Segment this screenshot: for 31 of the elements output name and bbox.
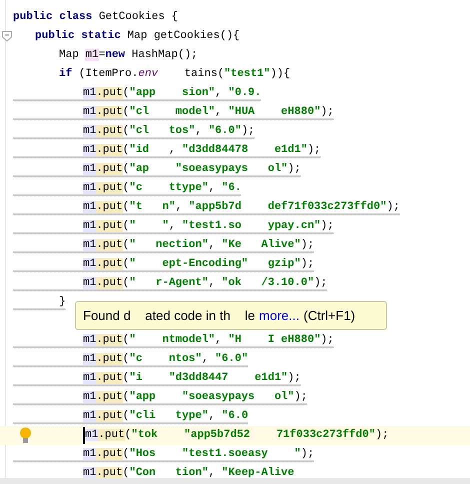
warning-underline — [13, 308, 66, 311]
code-line: m1.put("cl model", "HUA eH880"); — [83, 105, 334, 120]
code-line: m1.put("cli type", "6.0 — [83, 409, 248, 424]
code-line: Map m1=new HashMap(); — [59, 48, 198, 63]
code-line: m1.put("cl tos", "6.0"); — [83, 124, 255, 139]
code-line: public static Map getCookies(){ — [35, 29, 240, 44]
code-line: m1.put("c ttype", "6. — [83, 181, 242, 196]
code-line: m1.put(" r-Agent", "ok /3.10.0"); — [83, 276, 328, 291]
code-line: m1.put("i "d3dd8447 e1d1"); — [83, 371, 301, 386]
code-line: m1.put(" nection", "Ke Alive"); — [83, 238, 314, 253]
code-line: m1.put("app sion", "0.9. — [83, 86, 262, 101]
code-line: } — [59, 295, 66, 310]
code-line: public class GetCookies { — [13, 10, 178, 25]
code-line: m1.put("id , "d3dd84478 e1d1"); — [83, 143, 321, 158]
code-line: m1.put("app "soeasypays ol"); — [83, 390, 308, 405]
more-link[interactable]: more... — [259, 306, 300, 326]
code-line: m1.put("t n", "app5b7d def71f033c273ffd0"); — [83, 200, 400, 215]
horizontal-scrollbar[interactable] — [0, 478, 470, 484]
tooltip-text: Found d ated code in th le — [83, 306, 256, 325]
code-line: m1.put("ap "soeasypays ol"); — [83, 162, 301, 177]
code-line: m1.put("c ntos", "6.0" — [83, 352, 248, 367]
lightbulb-icon[interactable] — [19, 427, 32, 444]
code-line: m1.put("tok "app5b7d52 71f033c273ffd0"); — [85, 428, 389, 443]
code-line: if (ItemPro.env tains("test1")){ — [59, 66, 290, 82]
code-line: m1.put(" ntmodel", "H I eH880"); — [83, 333, 334, 348]
text-cursor — [83, 427, 85, 444]
code-line: m1.put(" ", "test1.so ypay.cn"); — [83, 219, 334, 234]
code-line: m1.put(" ept-Encoding" gzip"); — [83, 257, 314, 272]
shortcut-hint: (Ctrl+F1) — [303, 306, 356, 325]
code-line: m1.put("Hos "test1.soeasy "); — [83, 447, 314, 462]
fold-icon[interactable] — [2, 31, 12, 42]
